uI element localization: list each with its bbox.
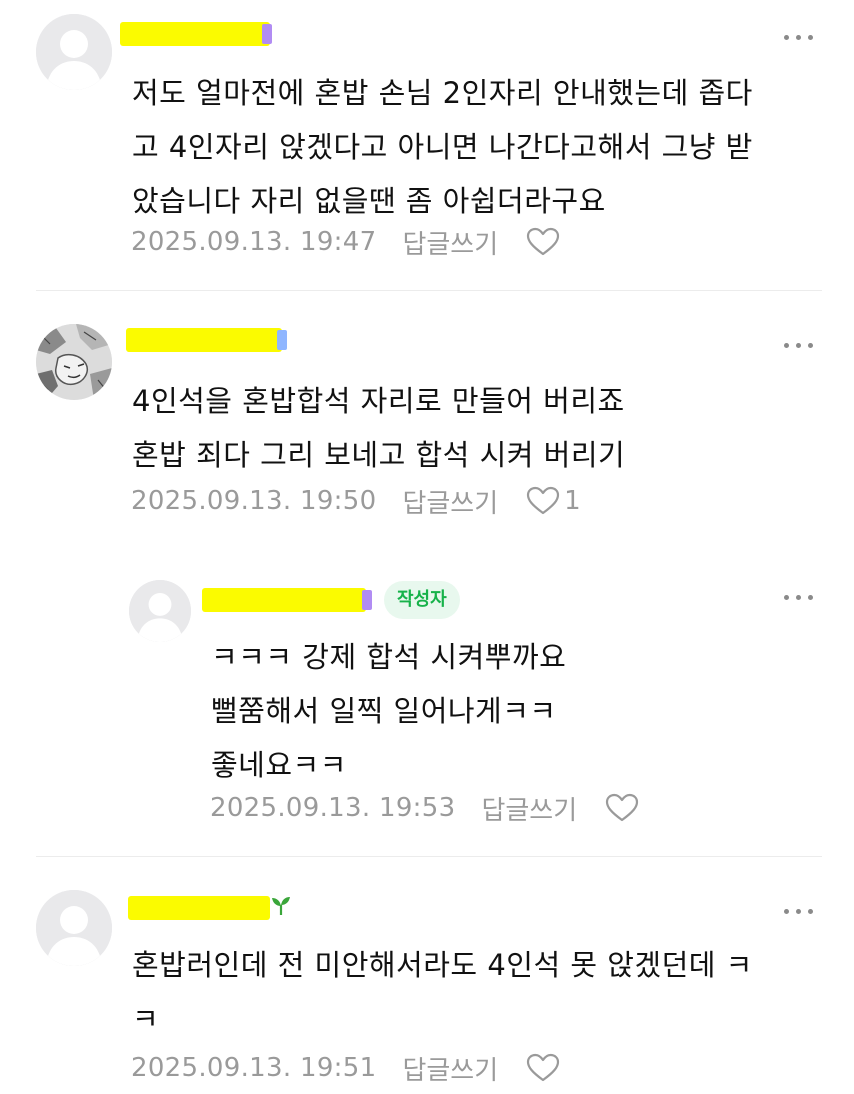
comment-line: ㅋ	[132, 1002, 160, 1036]
comment-text: 혼밥러인데 전 미안해서라도 4인석 못 앉겠던데 ㅋ ㅋ	[132, 938, 753, 1046]
author-name-redacted[interactable]	[202, 588, 366, 612]
level-badge-icon	[362, 590, 372, 610]
level-badge-icon	[262, 24, 272, 44]
comment-date: 2025.09.13. 19:53	[210, 793, 456, 823]
more-dots-icon[interactable]	[782, 338, 816, 352]
comment-text: 4인석을 혼밥합석 자리로 만들어 버리죠 혼밥 죄다 그리 보네고 합석 시켜…	[132, 374, 625, 482]
default-profile-icon[interactable]	[129, 580, 191, 642]
comment-meta: 2025.09.13. 19:53 답글쓰기	[210, 788, 639, 828]
comment-date: 2025.09.13. 19:47	[131, 227, 377, 257]
comment-line: 고 4인자리 앉겠다고 아니면 나간다고해서 그냥 받	[132, 130, 753, 164]
reply-button[interactable]: 답글쓰기	[402, 224, 498, 261]
comment-item: 혼밥러인데 전 미안해서라도 4인석 못 앉겠던데 ㅋ ㅋ 2025.09.13…	[0, 856, 854, 1094]
comment-date: 2025.09.13. 19:51	[131, 1053, 377, 1083]
more-dots-icon[interactable]	[782, 904, 816, 918]
comment-line: 혼밥러인데 전 미안해서라도 4인석 못 앉겠던데 ㅋ	[132, 948, 753, 982]
author-badge: 작성자	[384, 581, 460, 619]
comment-line: 좋네요ㅋㅋ	[211, 748, 347, 782]
comment-date: 2025.09.13. 19:50	[131, 486, 377, 516]
comment-line: 혼밥 죄다 그리 보네고 합석 시켜 버리기	[132, 438, 626, 472]
comment-meta: 2025.09.13. 19:50 답글쓰기 1	[131, 481, 581, 521]
more-dots-icon[interactable]	[782, 30, 816, 44]
author-name-redacted[interactable]	[120, 22, 270, 46]
like-count: 1	[564, 486, 581, 516]
reply-button[interactable]: 답글쓰기	[402, 483, 498, 520]
heart-outline-icon[interactable]	[526, 227, 560, 257]
reply-item: 작성자 ㅋㅋㅋ 강제 합석 시켜뿌까요 뻘쭘해서 일찍 일어나게ㅋㅋ 좋네요ㅋㅋ…	[0, 550, 854, 856]
comment-line: 뻘쭘해서 일찍 일어나게ㅋㅋ	[211, 694, 557, 728]
default-profile-icon[interactable]	[36, 14, 112, 90]
comment-line: 았습니다 자리 없을땐 좀 아쉽더라구요	[132, 184, 606, 218]
author-name-redacted[interactable]	[126, 328, 282, 352]
manga-avatar-image[interactable]	[36, 324, 112, 400]
heart-outline-icon[interactable]	[526, 486, 560, 516]
reply-button[interactable]: 답글쓰기	[402, 1050, 498, 1087]
comment-item: 저도 얼마전에 혼밥 손님 2인자리 안내했는데 좁다 고 4인자리 앉겠다고 …	[0, 0, 854, 290]
comment-meta: 2025.09.13. 19:47 답글쓰기	[131, 222, 560, 262]
comment-line: ㅋㅋㅋ 강제 합석 시켜뿌까요	[211, 640, 567, 674]
comment-line: 저도 얼마전에 혼밥 손님 2인자리 안내했는데 좁다	[132, 76, 753, 110]
comment-text: ㅋㅋㅋ 강제 합석 시켜뿌까요 뻘쭘해서 일찍 일어나게ㅋㅋ 좋네요ㅋㅋ	[211, 630, 566, 792]
sprout-icon	[272, 897, 290, 915]
reply-button[interactable]: 답글쓰기	[481, 790, 577, 827]
comment-line: 4인석을 혼밥합석 자리로 만들어 버리죠	[132, 384, 625, 418]
comment-text: 저도 얼마전에 혼밥 손님 2인자리 안내했는데 좁다 고 4인자리 앉겠다고 …	[132, 66, 753, 228]
more-dots-icon[interactable]	[782, 590, 816, 604]
default-profile-icon[interactable]	[36, 890, 112, 966]
heart-outline-icon[interactable]	[526, 1053, 560, 1083]
comment-meta: 2025.09.13. 19:51 답글쓰기	[131, 1048, 560, 1088]
author-name-redacted[interactable]	[128, 896, 270, 920]
comment-item: 4인석을 혼밥합석 자리로 만들어 버리죠 혼밥 죄다 그리 보네고 합석 시켜…	[0, 290, 854, 550]
heart-outline-icon[interactable]	[605, 793, 639, 823]
level-badge-icon	[277, 330, 287, 350]
